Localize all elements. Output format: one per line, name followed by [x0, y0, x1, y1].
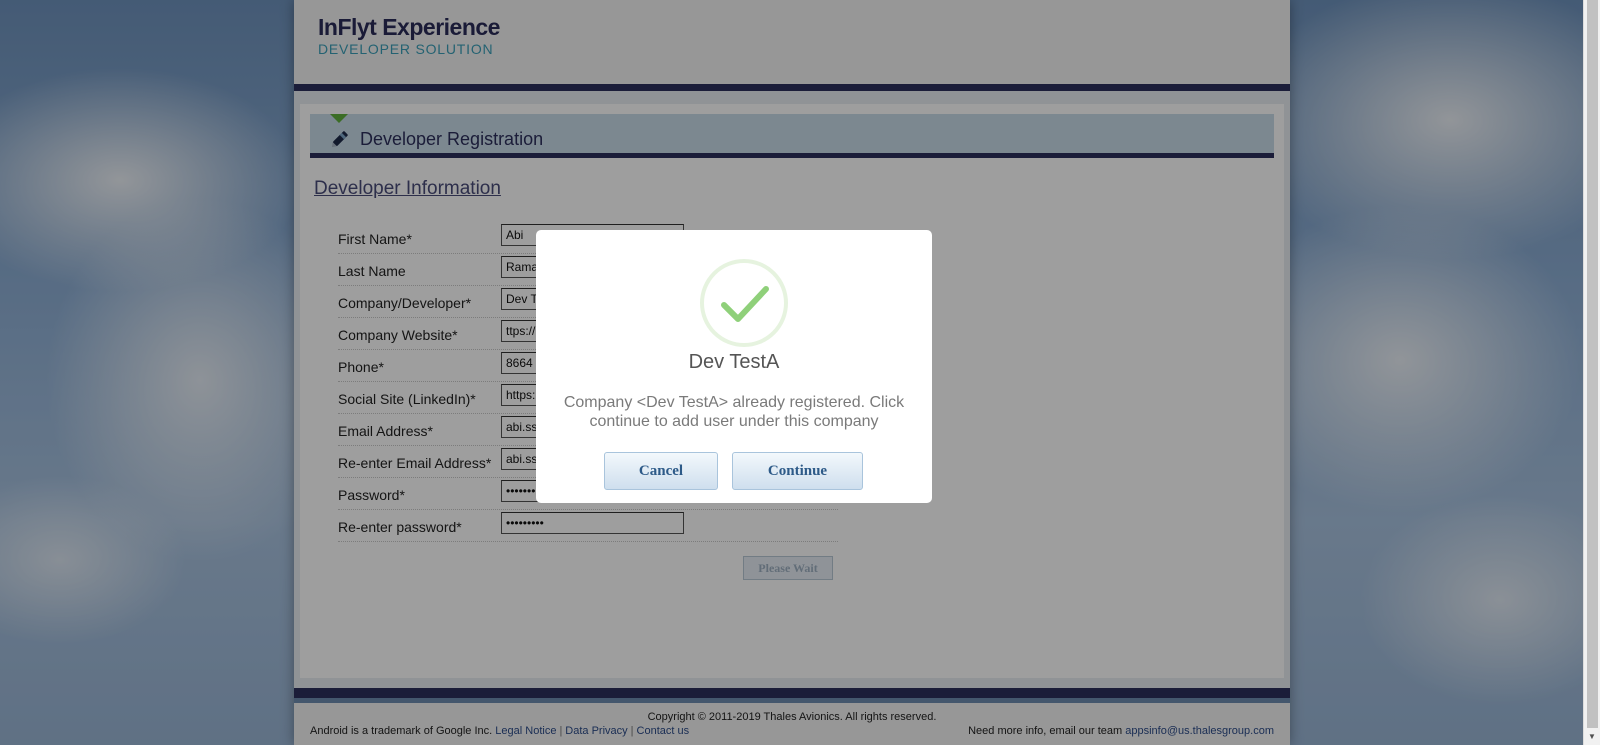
continue-button[interactable]: Continue	[732, 452, 863, 490]
checkmark-icon	[721, 286, 769, 322]
scroll-down-arrow-icon[interactable]: ▼	[1588, 732, 1596, 742]
confirmation-dialog: Dev TestA Company <Dev TestA> already re…	[536, 230, 932, 503]
scrollbar-thumb[interactable]	[1587, 0, 1598, 728]
cancel-button[interactable]: Cancel	[604, 452, 718, 490]
dialog-message: Company <Dev TestA> already registered. …	[563, 394, 905, 430]
page-scrollbar[interactable]: ▼	[1583, 0, 1600, 745]
dialog-title: Dev TestA	[688, 351, 780, 373]
